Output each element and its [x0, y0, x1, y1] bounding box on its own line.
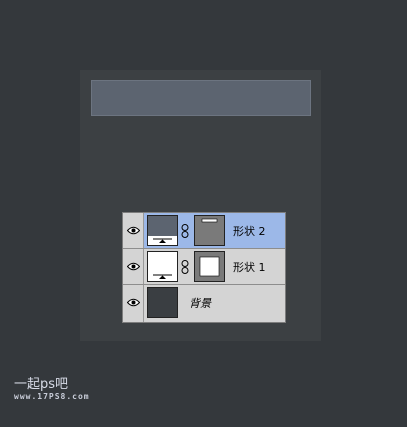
link-icon[interactable]	[181, 260, 189, 274]
vector-mask-marker-icon	[148, 272, 177, 281]
link-icon[interactable]	[181, 224, 189, 238]
banner-shape	[91, 80, 311, 116]
layer-row-shape-1[interactable]: 形状 1	[123, 249, 285, 285]
layer-thumbnail[interactable]	[147, 251, 178, 282]
layer-name: 背景	[189, 297, 211, 310]
layer-thumbnail[interactable]	[147, 287, 178, 318]
eye-icon	[127, 262, 140, 271]
mask-shape-icon	[199, 256, 220, 277]
mask-shape-icon	[201, 218, 218, 223]
eye-icon	[127, 226, 140, 235]
layer-row-background[interactable]: 背景	[123, 285, 285, 322]
vector-mask-thumbnail[interactable]	[194, 251, 225, 282]
watermark: 一起ps吧 www.17PS8.com	[14, 373, 90, 401]
visibility-toggle[interactable]	[123, 285, 144, 322]
visibility-toggle[interactable]	[123, 249, 144, 284]
eye-icon	[127, 298, 140, 307]
watermark-title: 一起ps吧	[14, 377, 69, 392]
visibility-toggle[interactable]	[123, 213, 144, 248]
layer-row-shape-2[interactable]: 形状 2	[123, 213, 285, 249]
layer-thumbnail[interactable]	[147, 215, 178, 246]
layer-name: 形状 2	[233, 225, 266, 238]
vector-mask-thumbnail[interactable]	[194, 215, 225, 246]
layer-name: 形状 1	[233, 261, 266, 274]
vector-mask-marker-icon	[148, 236, 177, 245]
layers-panel: 形状 2 形状 1 背景	[122, 212, 286, 323]
watermark-url: www.17PS8.com	[14, 392, 90, 401]
